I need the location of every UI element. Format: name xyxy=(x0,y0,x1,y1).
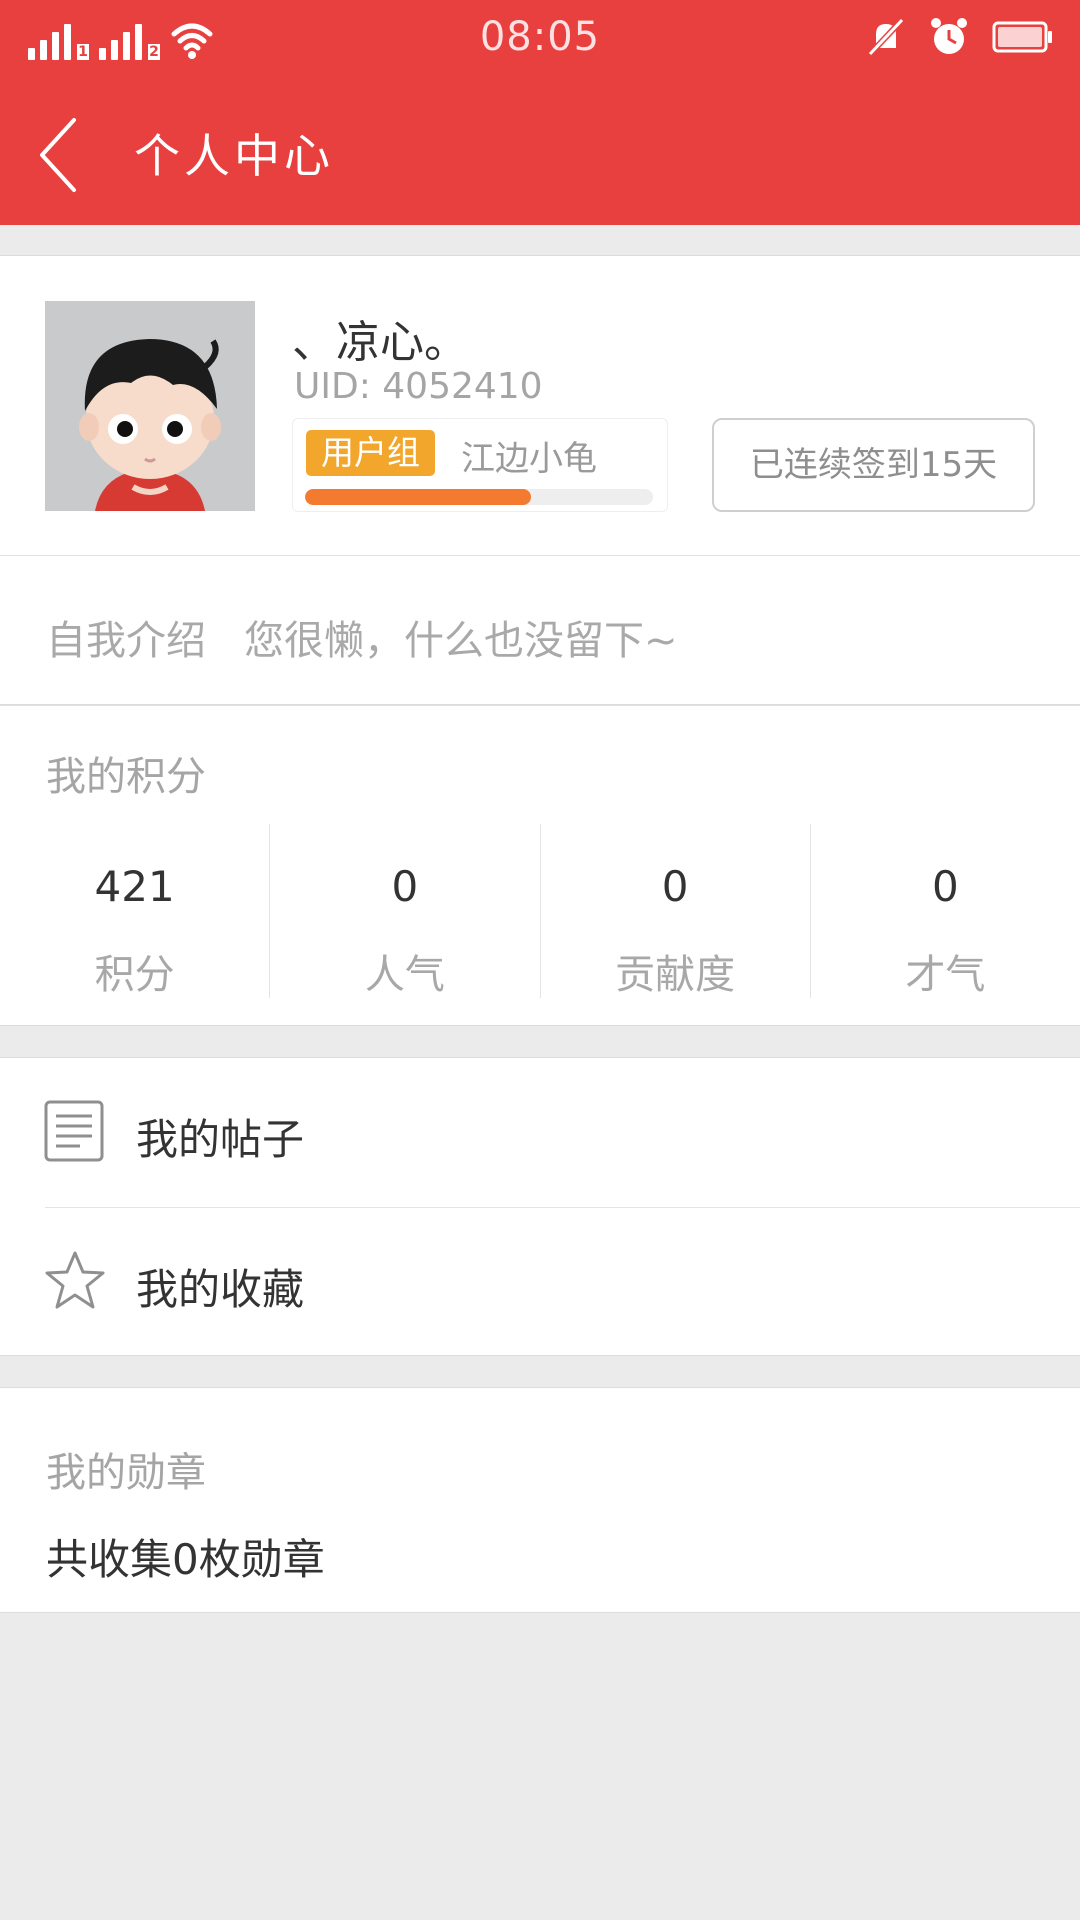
self-intro-label: 自我介绍 xyxy=(46,618,206,664)
system-indicators xyxy=(866,16,1054,58)
stat-label: 贡献度 xyxy=(615,952,736,998)
points-section-title: 我的积分 xyxy=(46,754,206,800)
stat-points[interactable]: 421 积分 xyxy=(0,824,269,998)
stat-value: 0 xyxy=(932,862,959,911)
checkin-button[interactable]: 已连续签到15天 xyxy=(712,418,1035,512)
menu-item-label: 我的收藏 xyxy=(136,1265,305,1314)
document-icon xyxy=(44,1100,104,1162)
user-id: UID: 4052410 xyxy=(294,366,543,407)
stat-label: 才气 xyxy=(905,952,986,998)
user-group-badge: 用户组 xyxy=(306,430,435,476)
star-icon xyxy=(45,1251,105,1309)
stat-value: 0 xyxy=(391,862,419,911)
app-bar: 个人中心 xyxy=(0,80,1080,225)
stat-talent[interactable]: 0 才气 xyxy=(809,824,1080,998)
battery-icon xyxy=(992,21,1052,53)
menu-card: 我的帖子 我的收藏 xyxy=(0,1057,1080,1356)
menu-item-my-favorites[interactable]: 我的收藏 xyxy=(0,1208,1080,1357)
medals-card[interactable]: 我的勋章 共收集0枚勋章 xyxy=(0,1387,1080,1613)
menu-item-my-posts[interactable]: 我的帖子 xyxy=(0,1058,1080,1208)
points-stats: 421 积分 0 人气 0 贡献度 0 才气 xyxy=(0,824,1080,998)
stat-label: 人气 xyxy=(364,952,445,998)
page-title: 个人中心 xyxy=(134,129,334,183)
stat-value: 421 xyxy=(94,862,175,911)
stat-value: 0 xyxy=(661,862,689,911)
stat-popularity[interactable]: 0 人气 xyxy=(269,824,539,998)
user-group-name: 江边小龟 xyxy=(461,439,597,479)
medals-section-title: 我的勋章 xyxy=(46,1450,206,1496)
status-bar: 1 2 08:05 xyxy=(0,0,1080,80)
stat-label: 积分 xyxy=(94,952,175,998)
nickname: 、凉心。 xyxy=(292,317,468,368)
medals-count: 共收集0枚勋章 xyxy=(46,1535,325,1584)
avatar[interactable] xyxy=(45,301,255,511)
avatar-image xyxy=(45,301,255,511)
user-group-box: 用户组 江边小龟 xyxy=(292,418,668,512)
menu-item-label: 我的帖子 xyxy=(136,1115,305,1164)
experience-progress-bar xyxy=(305,489,653,505)
self-intro-row[interactable]: 自我介绍 您很懒，什么也没留下~ xyxy=(0,555,1080,705)
chevron-left-icon xyxy=(40,118,76,192)
alarm-icon xyxy=(931,18,967,54)
back-button[interactable] xyxy=(30,110,90,200)
self-intro-text: 您很懒，什么也没留下~ xyxy=(244,618,678,664)
stat-contribution[interactable]: 0 贡献度 xyxy=(539,824,810,998)
profile-card: 、凉心。 UID: 4052410 用户组 江边小龟 已连续签到15天 xyxy=(0,255,1080,555)
mute-icon xyxy=(867,17,905,57)
points-card: 我的积分 421 积分 0 人气 0 贡献度 0 才气 xyxy=(0,705,1080,1026)
experience-progress-fill xyxy=(305,489,532,505)
